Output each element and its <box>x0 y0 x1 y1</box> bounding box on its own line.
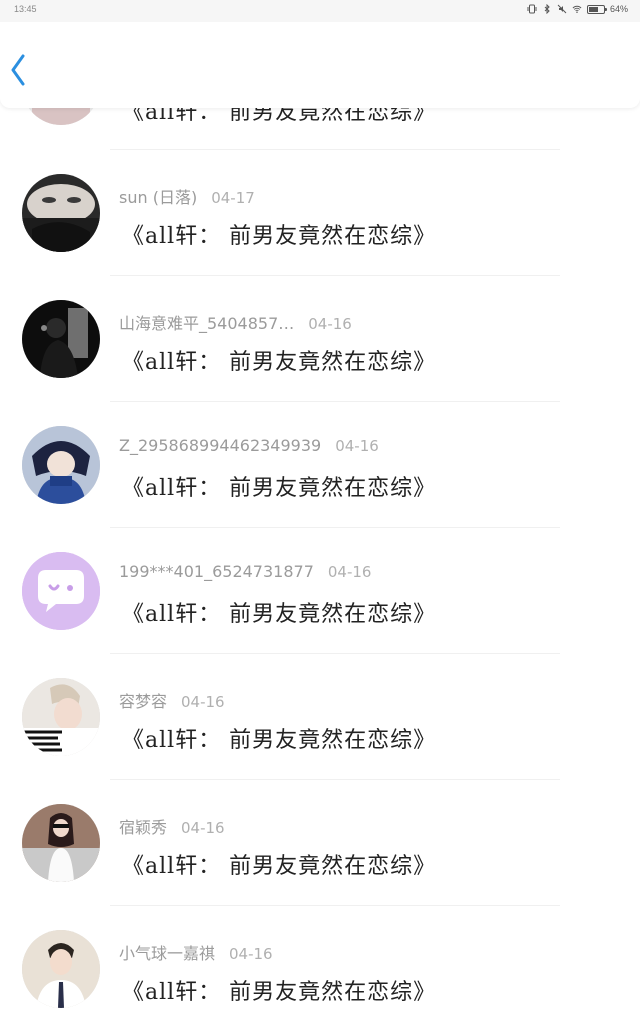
post-title[interactable]: 《all轩： 前男友竟然在恋综》 <box>122 596 436 628</box>
comment-meta: 小气球一嘉祺 04-16 <box>119 940 273 964</box>
comment-meta: Z_295868994462349939 04-16 <box>119 436 379 455</box>
post-date: 04-16 <box>181 693 225 711</box>
status-bar: 13:45 64% <box>0 0 640 22</box>
avatar[interactable] <box>22 678 100 756</box>
list-item[interactable]: Z_295868994462349939 04-16 《all轩： 前男友竟然在恋… <box>0 402 640 528</box>
wifi-icon <box>572 4 582 14</box>
post-date: 04-17 <box>211 189 255 207</box>
avatar[interactable] <box>22 804 100 882</box>
list-item[interactable]: 小气球一嘉祺 04-16 《all轩： 前男友竟然在恋综》 <box>0 906 640 1032</box>
mute-icon <box>557 4 567 14</box>
username[interactable]: 小气球一嘉祺 <box>119 944 215 963</box>
comment-meta: 容梦容 04-16 <box>119 688 225 712</box>
post-title[interactable]: 《all轩： 前男友竟然在恋综》 <box>122 470 436 502</box>
list-item[interactable]: sun (日落) 04-17 《all轩： 前男友竟然在恋综》 <box>0 150 640 276</box>
list-item[interactable]: 山海意难平_5404857… 04-16 《all轩： 前男友竟然在恋综》 <box>0 276 640 402</box>
comment-meta: 宿颖秀 04-16 <box>119 814 225 838</box>
post-title[interactable]: 《all轩： 前男友竟然在恋综》 <box>122 218 436 250</box>
post-date: 04-16 <box>327 563 372 581</box>
avatar[interactable] <box>22 426 100 504</box>
back-button[interactable] <box>4 50 32 90</box>
status-icons: 64% <box>527 4 628 14</box>
username[interactable]: 199***401_6524731877 <box>119 562 314 581</box>
battery-icon <box>586 4 607 14</box>
avatar[interactable] <box>22 174 100 252</box>
bluetooth-icon <box>542 4 552 14</box>
comment-list: 《all轩： 前男友竟然在恋综》 sun (日落) 04-17 《all轩： 前男… <box>0 22 640 1032</box>
post-title[interactable]: 《all轩： 前男友竟然在恋综》 <box>122 722 436 754</box>
username[interactable]: sun (日落) <box>119 188 197 207</box>
comment-meta: sun (日落) 04-17 <box>119 184 255 208</box>
avatar[interactable] <box>22 300 100 378</box>
post-date: 04-16 <box>229 945 273 963</box>
battery-percent: 64% <box>609 4 628 14</box>
list-item[interactable]: 199***401_6524731877 04-16 《all轩： 前男友竟然在恋… <box>0 528 640 654</box>
username[interactable]: Z_295868994462349939 <box>119 436 321 455</box>
list-item[interactable]: 宿颖秀 04-16 《all轩： 前男友竟然在恋综》 <box>0 780 640 906</box>
username[interactable]: 宿颖秀 <box>119 818 167 837</box>
post-title[interactable]: 《all轩： 前男友竟然在恋综》 <box>122 848 436 880</box>
comment-meta: 199***401_6524731877 04-16 <box>119 562 371 581</box>
avatar[interactable] <box>22 552 100 630</box>
post-date: 04-16 <box>308 315 352 333</box>
post-date: 04-16 <box>181 819 225 837</box>
status-time: 13:45 <box>14 4 37 14</box>
post-title[interactable]: 《all轩： 前男友竟然在恋综》 <box>122 974 436 1006</box>
comment-meta: 山海意难平_5404857… 04-16 <box>119 310 352 334</box>
post-date: 04-16 <box>335 437 379 455</box>
chat-bubble-icon <box>22 552 100 630</box>
avatar[interactable] <box>22 930 100 1008</box>
post-title[interactable]: 《all轩： 前男友竟然在恋综》 <box>122 344 436 376</box>
top-navigation-bar <box>0 22 640 108</box>
vibrate-icon <box>527 4 537 14</box>
list-item[interactable]: 容梦容 04-16 《all轩： 前男友竟然在恋综》 <box>0 654 640 780</box>
username[interactable]: 山海意难平_5404857… <box>119 314 294 333</box>
username[interactable]: 容梦容 <box>119 692 167 711</box>
chevron-left-icon <box>11 54 25 86</box>
